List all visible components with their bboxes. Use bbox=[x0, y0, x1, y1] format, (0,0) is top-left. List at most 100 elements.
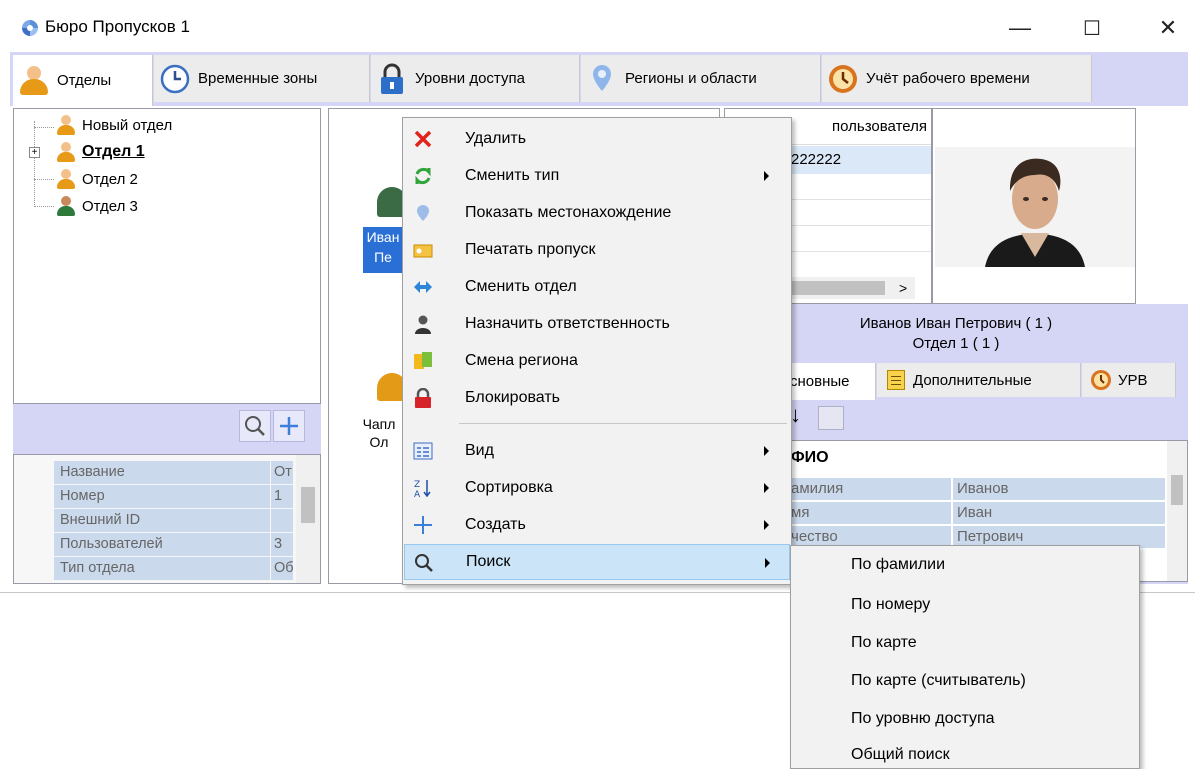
svg-text:Z: Z bbox=[414, 480, 420, 490]
search-icon bbox=[414, 553, 434, 573]
responsible-person-icon bbox=[413, 314, 433, 334]
move-arrows-icon bbox=[413, 277, 433, 297]
detail-key: мя bbox=[791, 502, 951, 524]
property-key: Тип отдела bbox=[54, 557, 270, 580]
window-title: Бюро Пропусков 1 bbox=[45, 17, 190, 36]
person-caption: Иванов Иван Петрович ( 1 ) Отдел 1 ( 1 ) bbox=[724, 314, 1188, 354]
swap-arrows-icon bbox=[413, 166, 433, 186]
sort-az-icon: ZA bbox=[413, 478, 433, 498]
submenu-item-by-card[interactable]: По карте bbox=[851, 634, 917, 652]
detail-value[interactable]: Иван bbox=[953, 502, 1165, 524]
property-row[interactable]: Номер 1 bbox=[54, 485, 293, 508]
tab-label: Уровни доступа bbox=[415, 70, 525, 87]
property-key: Внешний ID bbox=[54, 509, 270, 532]
svg-text:A: A bbox=[414, 490, 421, 498]
submenu-item-general-search[interactable]: Общий поиск bbox=[851, 746, 950, 764]
user-label[interactable]: Чапл Ол bbox=[349, 415, 409, 451]
property-key: Номер bbox=[54, 485, 270, 508]
menu-item-print-pass[interactable]: Печатать пропуск bbox=[404, 232, 790, 268]
property-row[interactable]: Внешний ID bbox=[54, 509, 293, 532]
tree-item-department-2[interactable]: Отдел 2 bbox=[56, 169, 138, 189]
maximize-button[interactable]: ☐ bbox=[1072, 12, 1112, 44]
user-name-line: Ол bbox=[369, 434, 389, 450]
menu-item-search[interactable]: Поиск bbox=[404, 544, 790, 580]
vertical-scrollbar[interactable] bbox=[296, 455, 320, 583]
time-tracking-icon bbox=[828, 62, 858, 96]
submenu-item-by-access-level[interactable]: По уровню доступа bbox=[851, 710, 995, 728]
region-change-icon bbox=[413, 351, 433, 371]
person-icon bbox=[56, 115, 76, 135]
sort-down-icon[interactable]: ↓ bbox=[790, 402, 810, 432]
tab-regions[interactable]: Регионы и области bbox=[581, 55, 821, 102]
scrollbar-thumb[interactable] bbox=[785, 281, 885, 295]
search-button[interactable] bbox=[239, 410, 271, 442]
tab-time-tracking-short[interactable]: УРВ bbox=[1082, 363, 1176, 397]
tab-label: сновные bbox=[790, 373, 850, 390]
submenu-item-by-card-reader[interactable]: По карте (считыватель) bbox=[851, 672, 1026, 690]
menu-item-label: Сменить отдел bbox=[465, 278, 577, 295]
property-row[interactable]: Пользователей 3 bbox=[54, 533, 293, 556]
person-dark-icon bbox=[56, 196, 76, 216]
submenu-arrow-icon bbox=[765, 558, 770, 568]
time-tracking-icon bbox=[1091, 370, 1111, 390]
user-name-line: Пе bbox=[374, 249, 392, 265]
property-value bbox=[271, 509, 293, 532]
lock-icon bbox=[413, 388, 433, 408]
tab-main[interactable]: сновные bbox=[790, 363, 876, 400]
tree-item-department-1[interactable]: Отдел 1 bbox=[56, 142, 145, 162]
tab-label: Дополнительные bbox=[913, 371, 1032, 389]
menu-item-view[interactable]: Вид bbox=[404, 433, 790, 469]
expand-toggle[interactable]: + bbox=[29, 147, 40, 158]
tab-access-levels[interactable]: Уровни доступа bbox=[371, 55, 580, 102]
tree-item-label: Отдел 1 bbox=[82, 143, 145, 160]
search-submenu: По фамилии По номеру По карте По карте (… bbox=[790, 545, 1140, 769]
submenu-item-by-number[interactable]: По номеру bbox=[851, 596, 930, 614]
menu-item-change-region[interactable]: Смена региона bbox=[404, 343, 790, 379]
menu-item-sort[interactable]: ZA Сортировка bbox=[404, 470, 790, 506]
menu-item-show-location[interactable]: Показать местонахождение bbox=[404, 195, 790, 231]
menu-item-delete[interactable]: Удалить bbox=[404, 121, 790, 157]
menu-item-change-type[interactable]: Сменить тип bbox=[404, 158, 790, 194]
tab-additional[interactable]: Дополнительные bbox=[877, 363, 1081, 397]
user-name-line: Иван bbox=[366, 229, 400, 245]
menu-item-label: Назначить ответственность bbox=[465, 315, 670, 332]
menu-item-change-department[interactable]: Сменить отдел bbox=[404, 269, 790, 305]
department-tree: + Новый отдел Отдел 1 Отдел 2 Отдел 3 bbox=[13, 108, 321, 404]
menu-item-label: Сменить тип bbox=[465, 167, 560, 184]
tree-item-department-3[interactable]: Отдел 3 bbox=[56, 196, 138, 216]
tab-departments[interactable]: Отделы bbox=[13, 55, 153, 106]
tab-time-tracking[interactable]: Учёт рабочего времени bbox=[822, 55, 1092, 102]
detail-value[interactable]: Иванов bbox=[953, 478, 1165, 500]
tab-time-zones[interactable]: Временные зоны bbox=[154, 55, 370, 102]
vertical-scrollbar[interactable] bbox=[1167, 441, 1187, 581]
property-row[interactable]: Название От bbox=[54, 461, 293, 484]
submenu-item-by-surname[interactable]: По фамилии bbox=[851, 556, 945, 574]
property-key: Пользователей bbox=[54, 533, 270, 556]
plus-icon bbox=[413, 515, 433, 535]
location-pin-icon bbox=[587, 62, 617, 96]
submenu-arrow-icon bbox=[764, 171, 769, 181]
plus-icon bbox=[280, 417, 298, 435]
properties-grid: Название От Номер 1 Внешний ID Пользовател… bbox=[13, 454, 321, 584]
selected-user-label[interactable]: Иван Пе bbox=[363, 227, 403, 273]
tree-item-new-department[interactable]: Новый отдел bbox=[56, 115, 172, 135]
minimize-button[interactable]: — bbox=[1000, 12, 1040, 44]
card-icon[interactable] bbox=[818, 406, 844, 430]
print-badge-icon bbox=[413, 240, 433, 260]
clock-icon bbox=[160, 62, 190, 96]
menu-item-assign-responsibility[interactable]: Назначить ответственность bbox=[404, 306, 790, 342]
scrollbar-thumb[interactable] bbox=[1171, 475, 1183, 505]
scroll-right-arrow[interactable]: > bbox=[899, 277, 915, 299]
menu-item-create[interactable]: Создать bbox=[404, 507, 790, 543]
scrollbar-thumb[interactable] bbox=[301, 487, 315, 523]
delete-x-icon bbox=[413, 129, 433, 149]
menu-item-block[interactable]: Блокировать bbox=[404, 380, 790, 416]
menu-item-label: Создать bbox=[465, 516, 526, 533]
tree-item-label: Отдел 3 bbox=[82, 197, 138, 215]
property-row[interactable]: Тип отдела Об bbox=[54, 557, 293, 580]
person-icon bbox=[56, 142, 76, 162]
close-button[interactable]: ✕ bbox=[1148, 12, 1188, 44]
add-button[interactable] bbox=[273, 410, 305, 442]
submenu-arrow-icon bbox=[764, 520, 769, 530]
group-header: ФИО bbox=[791, 449, 829, 466]
